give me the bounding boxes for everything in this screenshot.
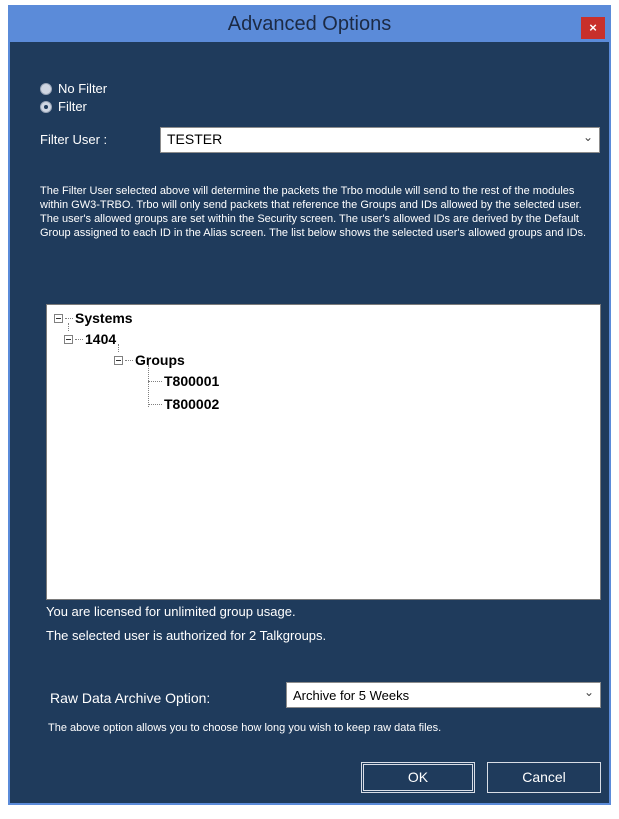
chevron-down-icon: ⌄: [583, 685, 594, 699]
collapse-icon[interactable]: [114, 355, 123, 365]
tree-connector: [118, 344, 119, 352]
radio-icon[interactable]: [40, 82, 52, 95]
tree-connector: [65, 317, 73, 319]
authorized-status: The selected user is authorized for 2 Ta…: [46, 628, 327, 643]
filter-user-label: Filter User :: [40, 132, 108, 147]
window-title: Advanced Options: [227, 13, 392, 35]
archive-option-value: Archive for 5 Weeks: [293, 688, 410, 703]
tree-connector: [148, 403, 162, 405]
tree-node-systems[interactable]: Systems: [54, 310, 133, 326]
dialog-body: No Filter Filter Filter User : TESTER ⌄ …: [10, 42, 609, 803]
radio-no-filter-label: No Filter: [58, 81, 108, 96]
advanced-options-window: Advanced Options × No Filter Filter Filt…: [8, 5, 611, 805]
title-bar[interactable]: Advanced Options ×: [8, 5, 611, 42]
chevron-down-icon: ⌄: [582, 130, 593, 144]
allowed-groups-tree[interactable]: Systems 1404 Groups T800001 T800002: [46, 304, 601, 600]
radio-filter[interactable]: Filter: [40, 99, 87, 114]
license-status: You are licensed for unlimited group usa…: [46, 604, 296, 619]
filter-user-select[interactable]: TESTER ⌄: [160, 127, 600, 153]
tree-connector: [148, 380, 162, 382]
collapse-icon[interactable]: [54, 313, 63, 323]
tree-node-label: T800001: [164, 373, 220, 389]
radio-filter-label: Filter: [58, 99, 87, 114]
radio-no-filter[interactable]: No Filter: [40, 81, 107, 96]
cancel-button[interactable]: Cancel: [487, 762, 601, 793]
archive-option-label: Raw Data Archive Option:: [50, 690, 211, 706]
filter-user-value: TESTER: [167, 131, 223, 147]
filter-description: The Filter User selected above will dete…: [40, 185, 587, 239]
tree-connector: [125, 359, 133, 361]
tree-node-label: Groups: [135, 352, 185, 368]
tree-connector: [75, 338, 83, 340]
tree-node-system-1404[interactable]: 1404: [64, 331, 116, 347]
tree-node-group[interactable]: T800001: [148, 373, 219, 389]
collapse-icon[interactable]: [64, 334, 73, 344]
tree-node-label: 1404: [85, 331, 117, 347]
archive-option-select[interactable]: Archive for 5 Weeks ⌄: [286, 682, 601, 708]
tree-connector: [68, 323, 69, 331]
tree-node-label: T800002: [164, 396, 220, 412]
close-button[interactable]: ×: [581, 17, 605, 39]
radio-checked-icon[interactable]: [40, 100, 52, 113]
tree-node-group[interactable]: T800002: [148, 396, 219, 412]
ok-button[interactable]: OK: [361, 762, 475, 793]
tree-node-label: Systems: [75, 310, 133, 326]
archive-option-note: The above option allows you to choose ho…: [48, 722, 442, 734]
tree-node-groups[interactable]: Groups: [114, 352, 185, 368]
